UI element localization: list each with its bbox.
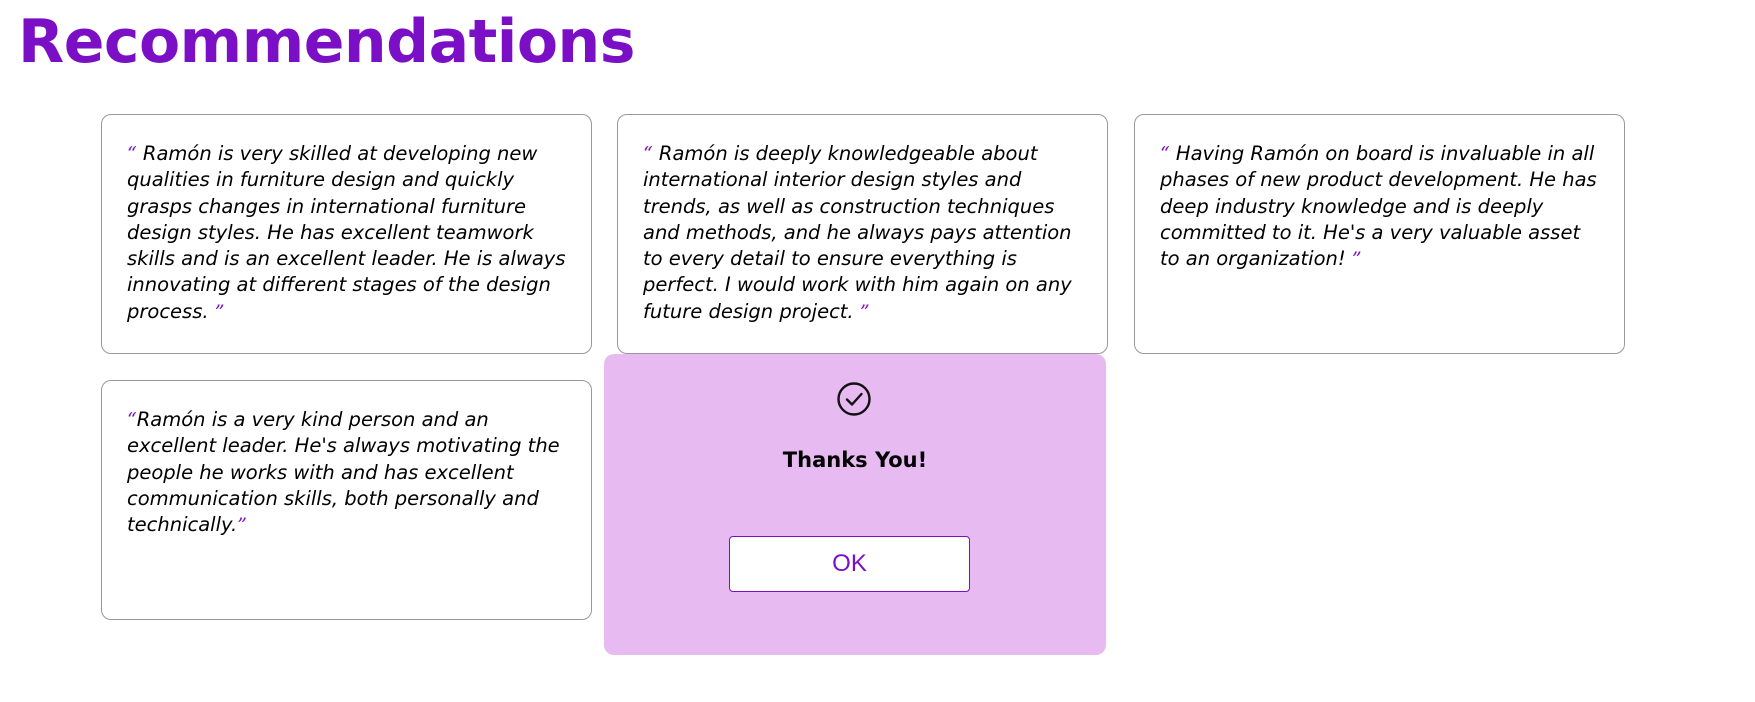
recommendation-text: “ Ramón is very skilled at developing ne…	[127, 141, 571, 325]
open-quote-icon: “	[1160, 143, 1170, 165]
recommendation-card: “Ramón is a very kind person and an exce…	[101, 380, 592, 620]
recommendation-card: “ Having Ramón on board is invaluable in…	[1134, 114, 1625, 354]
recommendation-text: “Ramón is a very kind person and an exce…	[127, 407, 571, 538]
open-quote-icon: “	[643, 143, 653, 165]
open-quote-icon: “	[127, 409, 137, 431]
recommendation-text: “ Having Ramón on board is invaluable in…	[1160, 141, 1604, 272]
recommendation-card: “ Ramón is very skilled at developing ne…	[101, 114, 592, 354]
ok-button[interactable]: OK	[729, 536, 970, 592]
page-title: Recommendations	[18, 7, 635, 77]
close-quote-icon: ”	[237, 514, 247, 537]
recommendation-body: Ramón is a very kind person and an excel…	[127, 408, 560, 537]
recommendation-body: Ramón is deeply knowledgeable about inte…	[643, 142, 1072, 323]
recommendation-card: “ Ramón is deeply knowledgeable about in…	[617, 114, 1108, 354]
recommendation-text: “ Ramón is deeply knowledgeable about in…	[643, 141, 1087, 325]
recommendation-body: Ramón is very skilled at developing new …	[127, 142, 566, 323]
check-circle-icon	[837, 382, 871, 416]
thanks-dialog: Thanks You! OK	[604, 354, 1106, 655]
open-quote-icon: “	[127, 143, 137, 165]
close-quote-icon: ”	[1351, 248, 1362, 271]
recommendation-body: Having Ramón on board is invaluable in a…	[1160, 142, 1597, 271]
close-quote-icon: ”	[214, 300, 225, 323]
close-quote-icon: ”	[859, 300, 870, 323]
dialog-title: Thanks You!	[782, 448, 928, 472]
